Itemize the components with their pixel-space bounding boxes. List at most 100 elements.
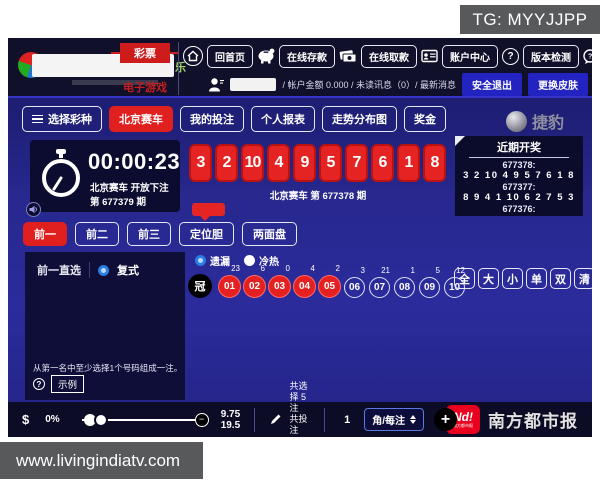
slider-knob[interactable]: [93, 412, 108, 427]
paper-logo-group: + Nd! 南方都市报: [434, 405, 480, 434]
menu-lottery[interactable]: 彩票: [111, 43, 179, 63]
help-icon[interactable]: ?: [33, 378, 45, 390]
game-status: 北京赛车 开放下注: [90, 183, 169, 194]
nav-my-bets[interactable]: 我的投注: [180, 106, 244, 132]
logout-button[interactable]: 安全退出: [462, 72, 522, 96]
bet-mode-panel: 前一直选 复式 从第一名中至少选择1个号码组成一注。 ? 示例: [25, 252, 185, 400]
odds-top: 9.75: [220, 408, 241, 420]
unit-dropdown[interactable]: 角/每注: [364, 408, 424, 431]
result-number: 2: [215, 144, 238, 182]
bet-hint-text: 从第一名中至少选择1个号码组成一注。: [33, 363, 183, 373]
question-icon: ?: [502, 47, 519, 65]
quick-even-button[interactable]: 双: [550, 268, 571, 289]
ball-08[interactable]: 08: [394, 277, 415, 298]
ball-02[interactable]: 02: [243, 275, 266, 298]
add-bet-button[interactable]: +: [434, 408, 457, 431]
miss-count: 2: [335, 264, 340, 273]
nav-deposit-button[interactable]: 在线存款: [279, 44, 335, 68]
tab-front-one[interactable]: 前一: [23, 222, 67, 246]
tab-two-sides[interactable]: 两面盘: [242, 222, 297, 246]
ball-03[interactable]: 03: [268, 275, 291, 298]
draw-result-numbers: 3 2 10 4 9 5 7 6 1 8: [189, 144, 446, 182]
nav-personal-report[interactable]: 个人报表: [251, 106, 315, 132]
currency-symbol: $: [22, 412, 30, 427]
multiplier-value[interactable]: 1: [344, 414, 350, 426]
ball-04[interactable]: 04: [293, 275, 316, 298]
bet-mode-title: 前一直选: [37, 265, 81, 277]
quick-all-button[interactable]: 全: [454, 268, 475, 289]
recent-draw-id: 677376:: [502, 204, 536, 214]
user-icon: [208, 77, 225, 92]
nav-account-button[interactable]: 账户中心: [442, 44, 498, 68]
rank-label: 冠: [188, 274, 212, 298]
edit-icon: [269, 413, 282, 426]
result-number: 6: [371, 144, 394, 182]
quick-small-button[interactable]: 小: [502, 268, 523, 289]
app-body: 选择彩种 北京赛车 我的投注 个人报表 走势分布图 奖金 捷豹 00:00:23…: [8, 98, 592, 437]
quick-clear-button[interactable]: 清: [574, 268, 592, 289]
corner-fold-icon: [455, 136, 465, 146]
ball-09[interactable]: 09: [419, 277, 440, 298]
home-icon: [183, 46, 203, 66]
countdown-timer: 00:00:23: [88, 149, 181, 174]
screenshot-stage: TG: MYYJJPP 乐 彩票 电子游戏 回首页 在线存款 在线取款 账户中心…: [0, 0, 600, 480]
red-tooltip-bubble: [192, 203, 225, 221]
ball-06[interactable]: 06: [344, 277, 365, 298]
rebate-percent: 0%: [45, 414, 60, 425]
money-icon: [339, 49, 357, 63]
bet-totals: 共选择 5 注 共投注 0.5 元: [290, 381, 310, 437]
nav-beijing-racing[interactable]: 北京赛车: [109, 106, 173, 132]
menu-egames[interactable]: 电子游戏: [118, 79, 172, 95]
app-header: 乐 彩票 电子游戏 回首页 在线存款 在线取款 账户中心 ? 版本检测 ? / …: [8, 38, 592, 98]
result-number: 7: [345, 144, 368, 182]
odds-bottom: 19.5: [220, 419, 241, 431]
rebate-slider[interactable]: −: [81, 412, 209, 427]
miss-count: 23: [231, 264, 240, 273]
site-watermark: www.livingindiatv.com: [0, 442, 203, 479]
betting-app-window: 乐 彩票 电子游戏 回首页 在线存款 在线取款 账户中心 ? 版本检测 ? / …: [8, 38, 592, 437]
quick-odd-button[interactable]: 单: [526, 268, 547, 289]
ball-07[interactable]: 07: [369, 277, 390, 298]
select-lottery-button[interactable]: 选择彩种: [22, 106, 102, 132]
recent-draw-numbers: 8 9 4 1 10 6 2 7 5 3: [463, 192, 575, 203]
example-button[interactable]: 示例: [51, 375, 85, 393]
header-divider: [178, 42, 179, 95]
nav-home-button[interactable]: 回首页: [207, 44, 253, 68]
quick-select-buttons: 全 大 小 单 双 清: [454, 268, 592, 289]
header-nav: 回首页 在线存款 在线取款 账户中心 ? 版本检测 ? 客服: [183, 44, 592, 68]
lottery-nav: 选择彩种 北京赛车 我的投注 个人报表 走势分布图 奖金: [22, 106, 446, 132]
miss-count: 0: [285, 264, 290, 273]
ball-05[interactable]: 05: [318, 275, 341, 298]
miss-count: 1: [410, 266, 415, 275]
result-number: 9: [293, 144, 316, 182]
brand-name: 捷豹: [531, 115, 564, 132]
result-number: 8: [423, 144, 446, 182]
panel-divider: [89, 262, 90, 278]
quick-big-button[interactable]: 大: [478, 268, 499, 289]
nav-withdraw-button[interactable]: 在线取款: [361, 44, 417, 68]
unit-dropdown-value: 角/每注: [372, 416, 405, 427]
ball-01[interactable]: 01: [218, 275, 241, 298]
recent-draw-id: 677377:: [502, 182, 536, 192]
speaker-icon[interactable]: [26, 202, 41, 217]
telegram-watermark: TG: MYYJJPP: [460, 5, 600, 34]
bet-footer-bar: $ 0% − 9.75 19.5 共选择 5 注 共投注 1 角/每注 + Nd…: [8, 381, 592, 437]
tab-front-two[interactable]: 前二: [75, 222, 119, 246]
svg-text:?: ?: [588, 53, 592, 60]
nav-trend-chart[interactable]: 走势分布图: [322, 106, 397, 132]
nav-version-button[interactable]: 版本检测: [523, 44, 579, 68]
recent-draw-numbers: 3 2 10 4 9 5 7 6 1 8: [463, 170, 575, 181]
number-selection-row: 冠 23 01 6 02 0 03 4 04 2 05 3 06 21 07 1 08 5 09 …: [188, 264, 466, 298]
multiple-mode-radio[interactable]: [98, 264, 109, 276]
selected-count: 共选择 5 注: [289, 381, 308, 413]
result-number: 4: [267, 144, 290, 182]
tab-front-three[interactable]: 前三: [127, 222, 171, 246]
recent-draws-title: 近期开奖: [469, 139, 569, 158]
nav-prizes[interactable]: 奖金: [404, 106, 446, 132]
odds-values: 9.75 19.5: [221, 409, 240, 431]
tab-position[interactable]: 定位胆: [179, 222, 234, 246]
paper-name-watermark: 南方都市报: [488, 412, 578, 431]
slider-knob-end[interactable]: −: [194, 412, 209, 427]
change-skin-button[interactable]: 更换皮肤: [528, 72, 588, 96]
chat-icon: ?: [583, 48, 592, 64]
